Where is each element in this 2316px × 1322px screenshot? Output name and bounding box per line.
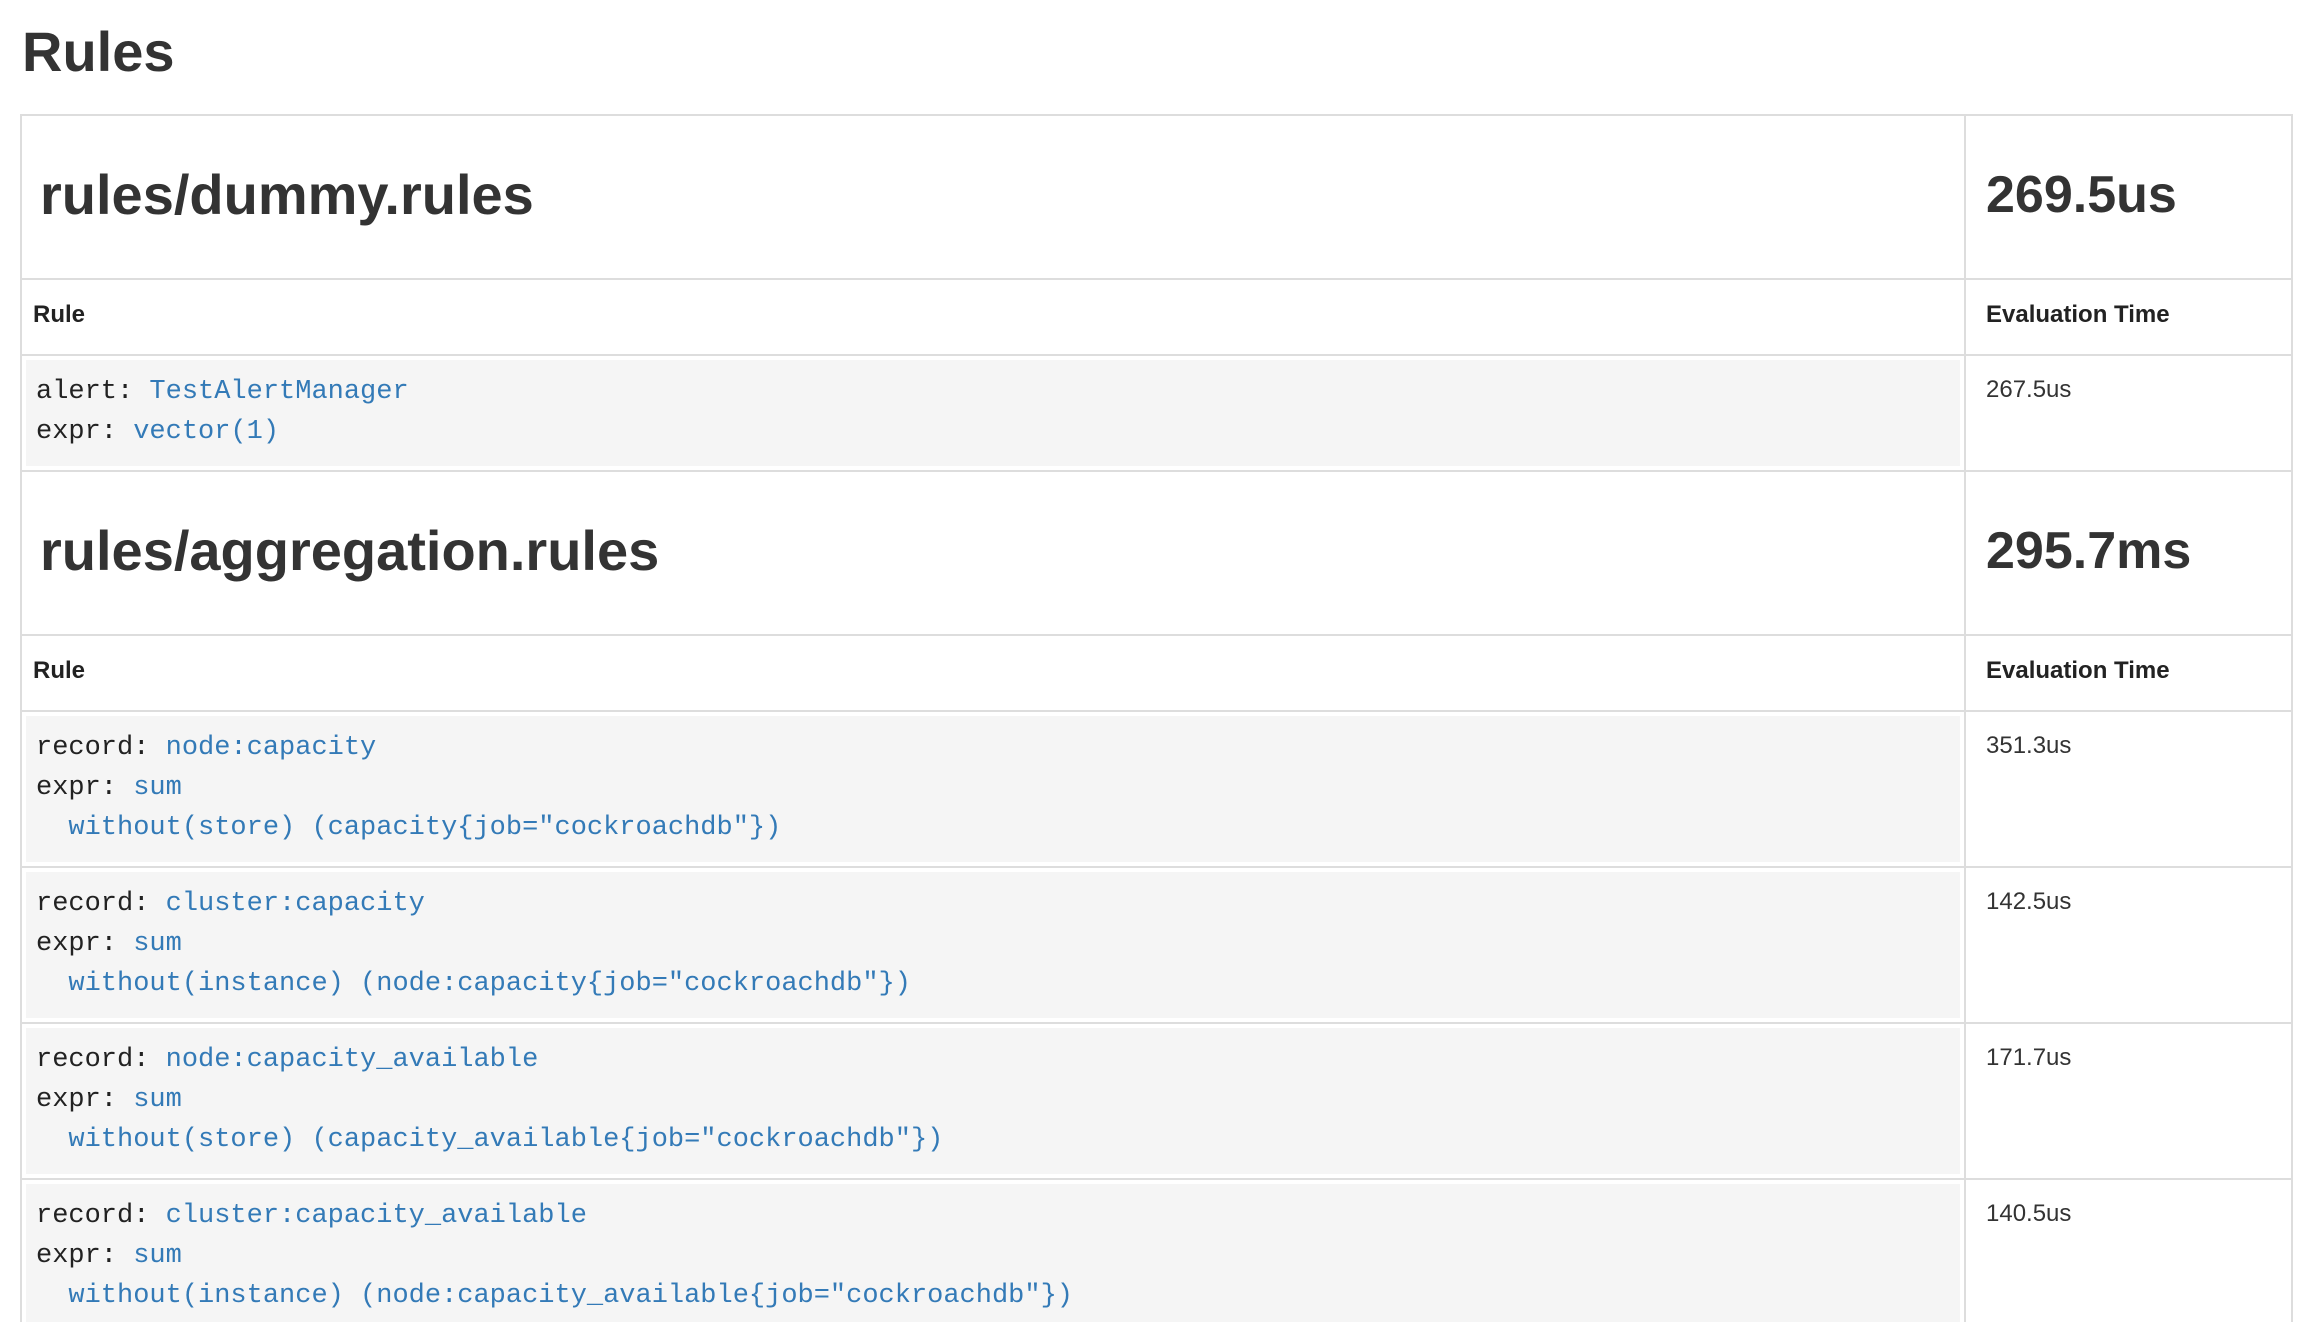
rule-eval-time: 351.3us (1965, 711, 2292, 867)
rule-eval-time: 171.7us (1965, 1023, 2292, 1179)
rule-line: expr: vector(1) (36, 412, 1946, 452)
rule-key: alert: (36, 377, 133, 407)
rule-line: expr: sum without(instance) (node:capaci… (36, 1236, 1946, 1316)
rule-expr-link[interactable]: vector(1) (133, 417, 279, 447)
rules-table: rules/dummy.rules 269.5us Rule Evaluatio… (20, 114, 2293, 1322)
rule-key: expr: (36, 929, 117, 959)
rule-key: expr: (36, 417, 117, 447)
rule-line: record: node:capacity (36, 728, 1946, 768)
rule-eval-time: 140.5us (1965, 1179, 2292, 1322)
rule-cell: alert: TestAlertManager expr: vector(1) (21, 355, 1965, 471)
rule-name-link[interactable]: node:capacity_available (166, 1045, 539, 1075)
rule-definition: record: node:capacity_available expr: su… (26, 1028, 1960, 1174)
rule-line: record: node:capacity_available (36, 1040, 1946, 1080)
rule-expr-link[interactable]: sum without(store) (capacity{job="cockro… (36, 773, 781, 843)
rule-definition: record: cluster:capacity expr: sum witho… (26, 872, 1960, 1018)
page-container: Rules rules/dummy.rules 269.5us Rule Eva… (0, 20, 2316, 1322)
rule-eval-time: 267.5us (1965, 355, 2292, 471)
rule-line: expr: sum without(store) (capacity_avail… (36, 1080, 1946, 1160)
rule-group-eval-time: 269.5us (1965, 115, 2292, 279)
rule-group-eval-time: 295.7ms (1965, 471, 2292, 635)
rule-cell: record: node:capacity expr: sum without(… (21, 711, 1965, 867)
table-row: alert: TestAlertManager expr: vector(1) … (21, 355, 2292, 471)
rule-key: record: (36, 1045, 149, 1075)
table-row: record: node:capacity expr: sum without(… (21, 711, 2292, 867)
rule-expr-link[interactable]: sum without(instance) (node:capacity_ava… (36, 1241, 1073, 1311)
rule-definition: record: node:capacity expr: sum without(… (26, 716, 1960, 862)
rule-key: expr: (36, 1085, 117, 1115)
rule-line: record: cluster:capacity (36, 884, 1946, 924)
rule-name-link[interactable]: cluster:capacity (166, 889, 425, 919)
evaluation-time-column-header: Evaluation Time (1965, 635, 2292, 711)
rule-key: record: (36, 1201, 149, 1231)
table-row: record: cluster:capacity_available expr:… (21, 1179, 2292, 1322)
rule-name-link[interactable]: TestAlertManager (149, 377, 408, 407)
rule-group-header-row: rules/aggregation.rules 295.7ms (21, 471, 2292, 635)
page-title: Rules (22, 20, 2291, 84)
rule-key: expr: (36, 773, 117, 803)
rule-cell: record: cluster:capacity_available expr:… (21, 1179, 1965, 1322)
rule-group-file: rules/dummy.rules (21, 115, 1965, 279)
rule-expr-link[interactable]: sum without(instance) (node:capacity{job… (36, 929, 911, 999)
rule-key: expr: (36, 1241, 117, 1271)
rule-name-link[interactable]: cluster:capacity_available (166, 1201, 587, 1231)
rule-column-header: Rule (21, 635, 1965, 711)
rule-line: expr: sum without(instance) (node:capaci… (36, 924, 1946, 1004)
table-row: record: node:capacity_available expr: su… (21, 1023, 2292, 1179)
column-header-row: Rule Evaluation Time (21, 279, 2292, 355)
rule-expr-link[interactable]: sum without(store) (capacity_available{j… (36, 1085, 943, 1155)
rule-name-link[interactable]: node:capacity (166, 733, 377, 763)
rule-group-header-row: rules/dummy.rules 269.5us (21, 115, 2292, 279)
rule-cell: record: cluster:capacity expr: sum witho… (21, 867, 1965, 1023)
rule-line: expr: sum without(store) (capacity{job="… (36, 768, 1946, 848)
evaluation-time-column-header: Evaluation Time (1965, 279, 2292, 355)
table-row: record: cluster:capacity expr: sum witho… (21, 867, 2292, 1023)
rule-key: record: (36, 733, 149, 763)
rule-line: record: cluster:capacity_available (36, 1196, 1946, 1236)
rule-definition: record: cluster:capacity_available expr:… (26, 1184, 1960, 1322)
rule-key: record: (36, 889, 149, 919)
rule-definition: alert: TestAlertManager expr: vector(1) (26, 360, 1960, 466)
rule-line: alert: TestAlertManager (36, 372, 1946, 412)
rule-group-file: rules/aggregation.rules (21, 471, 1965, 635)
rule-column-header: Rule (21, 279, 1965, 355)
rule-eval-time: 142.5us (1965, 867, 2292, 1023)
rule-cell: record: node:capacity_available expr: su… (21, 1023, 1965, 1179)
column-header-row: Rule Evaluation Time (21, 635, 2292, 711)
